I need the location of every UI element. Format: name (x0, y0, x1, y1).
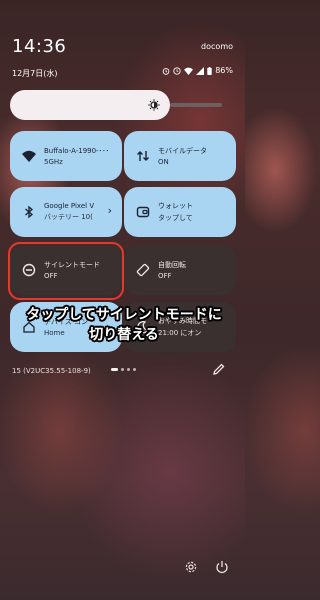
power-icon[interactable] (215, 560, 229, 574)
brightness-slider[interactable] (10, 90, 170, 120)
battery-percent: 86% (215, 66, 233, 75)
carrier-name: docomo (201, 42, 233, 51)
clock-time: 14:36 (12, 36, 67, 57)
auto-rotate-icon (136, 263, 150, 277)
tile-title: 自動回転 (158, 261, 186, 269)
page-dot (111, 368, 118, 371)
tile-bluetooth[interactable]: Google Pixel V バッテリー 10( › (10, 187, 122, 237)
brightness-icon (148, 99, 160, 111)
tile-title: モバイルデータ (158, 147, 207, 155)
tile-subtitle: 5GHz (44, 158, 63, 166)
chevron-right-icon: › (107, 204, 112, 217)
tile-auto-rotate[interactable]: 自動回転 OFF (124, 245, 236, 295)
bluetooth-icon (25, 205, 34, 219)
wifi-icon (184, 67, 194, 75)
wifi-icon (22, 150, 36, 162)
tile-title: Buffalo-A-1990-･･･ (44, 147, 110, 155)
tile-wifi[interactable]: Buffalo-A-1990-･･･ 5GHz (10, 131, 122, 181)
tile-subtitle: バッテリー 10( (44, 213, 93, 221)
brightness-track[interactable] (170, 103, 222, 107)
edit-pencil-icon[interactable] (212, 362, 226, 376)
tile-wallet[interactable]: ウォレットタップして (124, 187, 236, 237)
date-label: 12月7日(水) (12, 69, 58, 78)
clock-icon (173, 66, 181, 75)
tile-title: Google Pixel V (44, 202, 95, 210)
settings-gear-icon[interactable] (184, 560, 198, 574)
page-dot (121, 368, 124, 371)
tile-subtitle: タップして (158, 214, 193, 222)
wallet-icon (136, 206, 150, 218)
signal-icon (196, 66, 205, 75)
tile-title: ウォレット (158, 202, 193, 210)
page-dot (133, 368, 136, 371)
tile-subtitle: ON (158, 158, 169, 166)
page-dot (127, 368, 130, 371)
silent-mode-highlight (8, 242, 124, 300)
battery-icon (207, 66, 212, 75)
build-number: 15 (V2UC35.55-108-9) (12, 367, 91, 375)
callout-line-1: タップしてサイレントモードに (26, 307, 222, 323)
tile-mobile-data[interactable]: モバイルデータ ON (124, 131, 236, 181)
alarm-icon (162, 67, 170, 75)
status-icons: 86% (162, 66, 233, 75)
callout-line-2: 切り替える (89, 327, 159, 343)
page-indicator[interactable] (111, 368, 136, 371)
instruction-callout: タップしてサイレントモードに 切り替える (14, 305, 234, 345)
data-transfer-icon (137, 151, 149, 161)
tile-subtitle: OFF (158, 272, 172, 280)
